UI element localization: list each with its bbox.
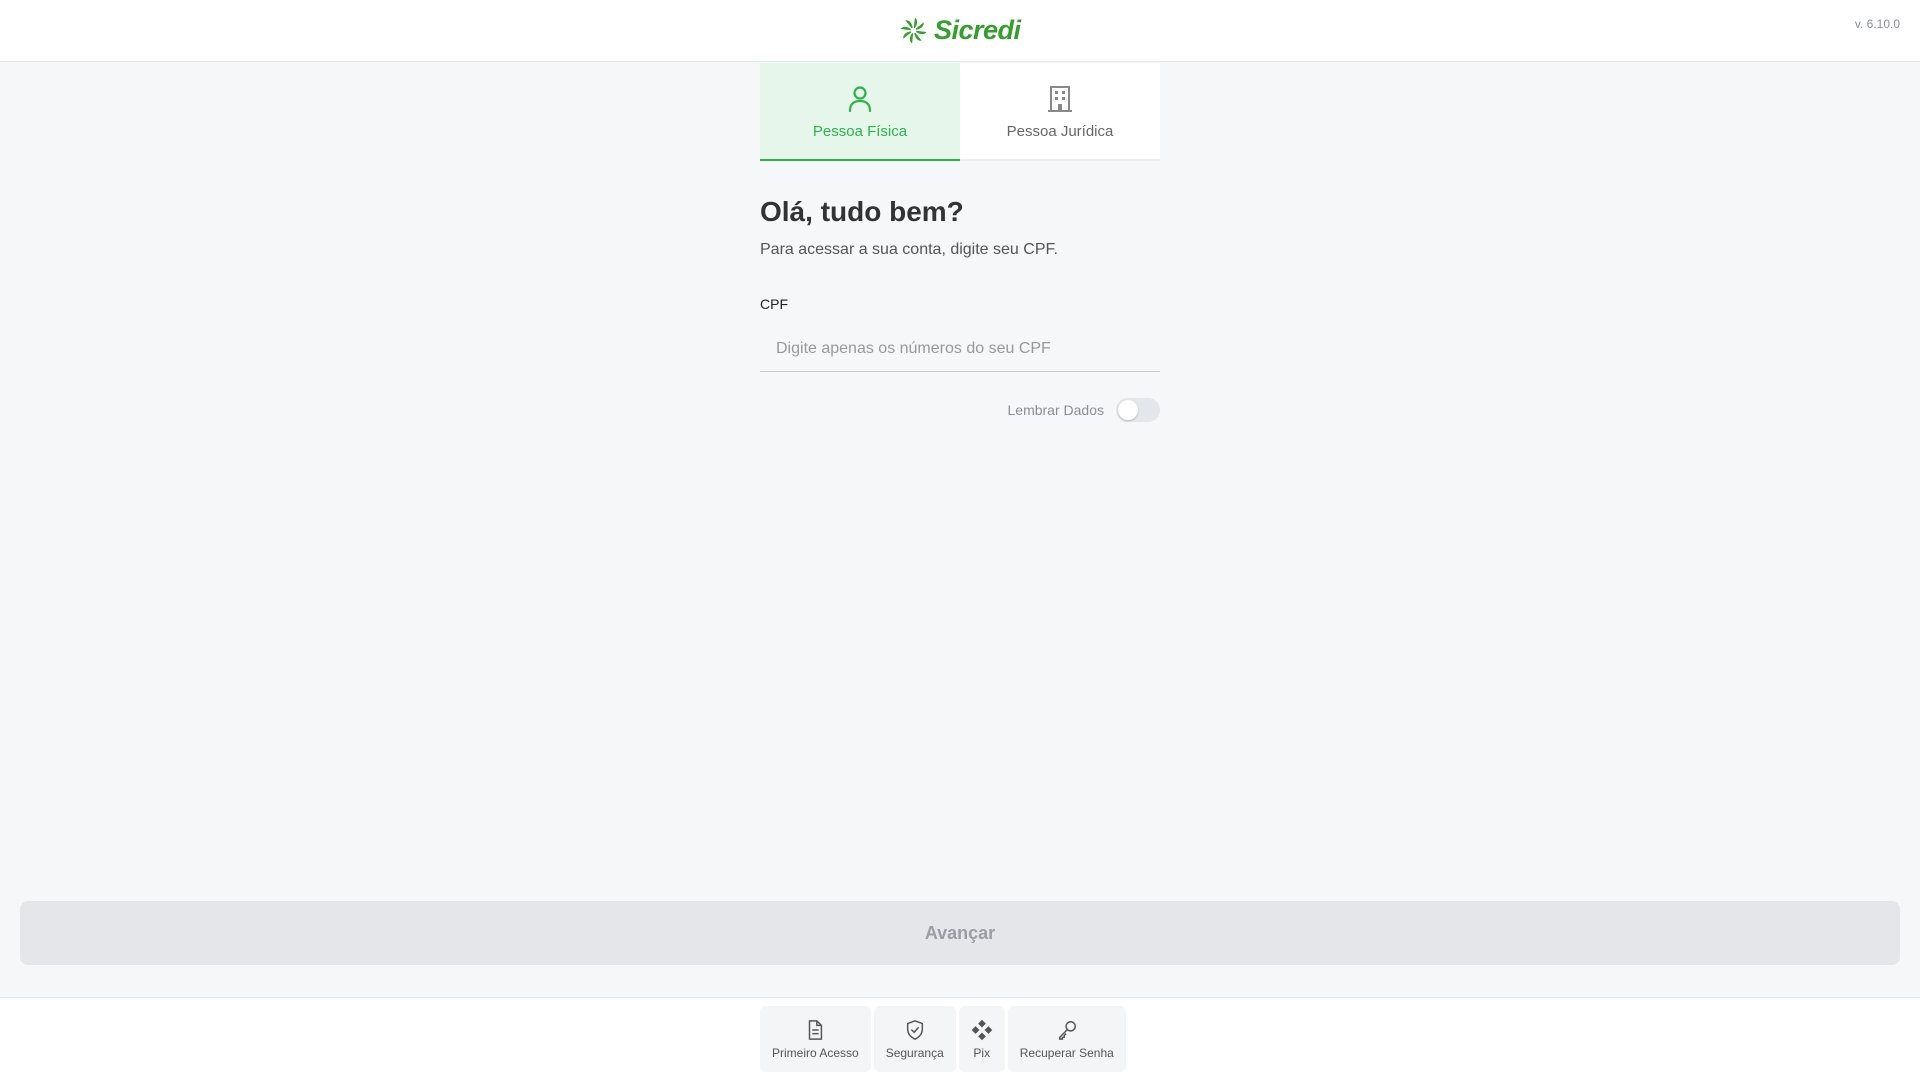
tab-label: Pessoa Jurídica [1006,123,1114,140]
sicredi-logo-icon [900,16,927,44]
footer-item-recuperar-senha[interactable]: Recuperar Senha [1007,1006,1126,1072]
sicredi-logo: Sicredi [899,14,1021,46]
tab-pessoa-fisica[interactable]: Pessoa Física [760,63,960,161]
greeting-title: Olá, tudo bem? [760,196,964,227]
advance-button[interactable]: Avançar [20,901,1900,965]
person-icon [848,86,872,113]
brand-name: Sicredi [934,14,1021,45]
remember-data-label: Lembrar Dados [1007,402,1105,418]
footer-item-pix[interactable]: Pix [958,1006,1005,1072]
document-icon [809,1020,823,1040]
cpf-label: CPF [760,296,788,312]
cpf-input[interactable] [760,326,1160,372]
person-type-tabs: Pessoa Física Pessoa Jurídica [760,63,1160,161]
app-footer: Primeiro Acesso Segurança Pix Recuperar … [0,997,1920,1080]
footer-item-label: Primeiro Acesso [772,1046,859,1060]
footer-item-label: Pix [973,1046,991,1060]
toggle-knob [1118,400,1138,420]
greeting-subtitle: Para acessar a sua conta, digite seu CPF… [760,241,1058,258]
remember-data-row: Lembrar Dados [1007,398,1160,422]
app-header: Sicredi v. 6.10.0 [0,0,1920,62]
footer-nav: Primeiro Acesso Segurança Pix Recuperar … [760,1006,1126,1072]
remember-data-toggle[interactable] [1116,398,1160,422]
building-icon [1048,86,1072,112]
tab-pessoa-juridica[interactable]: Pessoa Jurídica [960,63,1160,161]
app-version: v. 6.10.0 [1854,17,1900,31]
tab-label: Pessoa Física [812,123,908,140]
footer-item-label: Segurança [885,1046,944,1060]
footer-item-label: Recuperar Senha [1019,1046,1114,1060]
footer-item-seguranca[interactable]: Segurança [873,1006,956,1072]
key-icon [1058,1021,1076,1040]
shield-check-icon [906,1020,923,1040]
footer-item-primeiro-acesso[interactable]: Primeiro Acesso [760,1006,871,1072]
pix-icon [971,1019,993,1041]
